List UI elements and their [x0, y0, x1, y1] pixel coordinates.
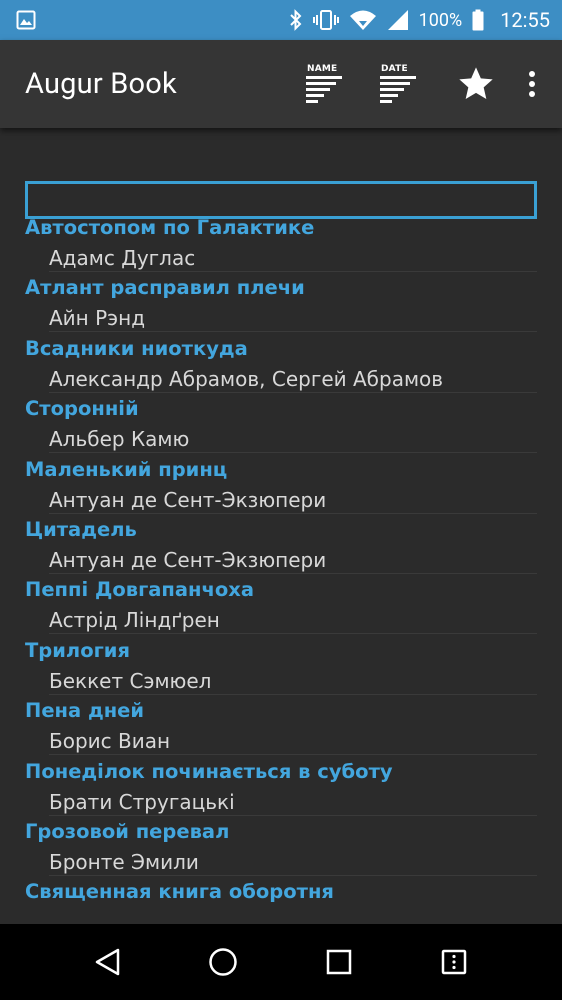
book-list-item[interactable]: Сторонній Альбер Камю	[0, 397, 562, 457]
book-title: Пена дней	[25, 699, 145, 723]
book-author: Беккет Сэмюел	[49, 668, 212, 693]
sort-by-name-icon[interactable]: NAME	[306, 64, 346, 104]
list-divider	[49, 391, 537, 393]
list-divider	[49, 754, 537, 756]
list-divider	[49, 512, 537, 514]
sort-by-name-label: NAME	[307, 64, 338, 74]
book-author: Брати Стругацькі	[49, 789, 235, 814]
book-author: Адамс Дуглас	[49, 246, 196, 270]
book-author: Альбер Камю	[49, 427, 190, 452]
clock: 12:55	[500, 8, 550, 32]
book-list-item[interactable]: Священная книга оборотня	[0, 880, 562, 924]
list-divider	[49, 572, 537, 574]
book-author: Бронте Эмили	[49, 849, 199, 874]
book-list-item[interactable]: Цитадель Антуан де Сент-Экзюпери	[0, 518, 562, 578]
book-author: Антуан де Сент-Экзюпери	[49, 487, 327, 512]
list-divider	[49, 633, 537, 635]
book-title: Грозовой перевал	[25, 819, 230, 843]
book-list-screen: Автостопом по Галактике Адамс Дуглас Атлан…	[0, 128, 562, 924]
book-list-item[interactable]: Грозовой перевал Бронте Эмили	[0, 820, 562, 880]
book-author: Антуан де Сент-Экзюпери	[49, 547, 327, 572]
book-author: Айн Рэнд	[49, 306, 146, 331]
book-title: Автостопом по Галактике	[25, 216, 315, 239]
app-title: Augur Book	[25, 67, 177, 101]
book-title: Священная книга оборотня	[25, 880, 334, 904]
book-title: Маленький принц	[25, 457, 228, 481]
home-icon[interactable]	[193, 932, 253, 992]
book-title: Пеппі Довгапанчоха	[25, 578, 255, 602]
signal-icon	[387, 9, 409, 31]
sort-by-date-icon[interactable]: DATE	[380, 64, 420, 104]
app-bar: Augur Book NAME DATE	[0, 40, 562, 128]
navigation-bar	[0, 924, 562, 1000]
status-bar: 100% 12:55	[0, 0, 562, 40]
book-title: Сторонній	[25, 397, 139, 421]
book-title: Трилогия	[25, 638, 130, 662]
book-list: Автостопом по Галактике Адамс Дуглас Атлан…	[0, 216, 562, 924]
book-list-item[interactable]: Атлант расправил плечи Айн Рэнд	[0, 276, 562, 336]
book-title: Всадники ниоткуда	[25, 336, 248, 360]
star-icon[interactable]	[454, 62, 498, 106]
search-input[interactable]	[25, 181, 537, 219]
menu-icon[interactable]	[424, 932, 484, 992]
book-list-item[interactable]: Трилогия Беккет Сэмюел	[0, 639, 562, 699]
battery-percent: 100%	[418, 9, 463, 31]
recents-icon[interactable]	[309, 932, 369, 992]
overflow-menu-icon[interactable]	[522, 62, 542, 106]
book-list-item[interactable]: Всадники ниоткуда Александр Абрамов, Серг…	[0, 337, 562, 397]
list-divider	[49, 452, 537, 454]
book-list-item[interactable]: Пеппі Довгапанчоха Астрід Ліндґрен	[0, 578, 562, 638]
book-title: Цитадель	[25, 517, 137, 541]
sort-by-date-label: DATE	[381, 64, 408, 74]
list-divider	[49, 814, 537, 816]
bluetooth-icon	[289, 9, 303, 31]
book-title: Атлант расправил плечи	[25, 276, 305, 300]
book-author: Астрід Ліндґрен	[49, 608, 220, 633]
wifi-icon	[349, 9, 377, 31]
book-list-item[interactable]: Понеділок починається в суботу Брати Стру…	[0, 760, 562, 820]
list-divider	[49, 693, 537, 695]
book-list-item[interactable]: Маленький принц Антуан де Сент-Экзюпери	[0, 458, 562, 518]
book-author: Борис Виан	[49, 729, 171, 754]
vibrate-icon	[312, 9, 339, 31]
book-author: Александр Абрамов, Сергей Абрамов	[49, 366, 444, 391]
list-divider	[49, 874, 537, 876]
book-list-item[interactable]: Пена дней Борис Виан	[0, 699, 562, 759]
book-title: Понеділок починається в суботу	[25, 759, 393, 783]
list-divider	[49, 271, 537, 272]
list-divider	[49, 331, 537, 333]
image-icon	[16, 10, 36, 30]
book-list-item[interactable]: Автостопом по Галактике Адамс Дуглас	[0, 216, 562, 276]
battery-icon	[472, 9, 484, 31]
back-icon[interactable]	[78, 932, 138, 992]
